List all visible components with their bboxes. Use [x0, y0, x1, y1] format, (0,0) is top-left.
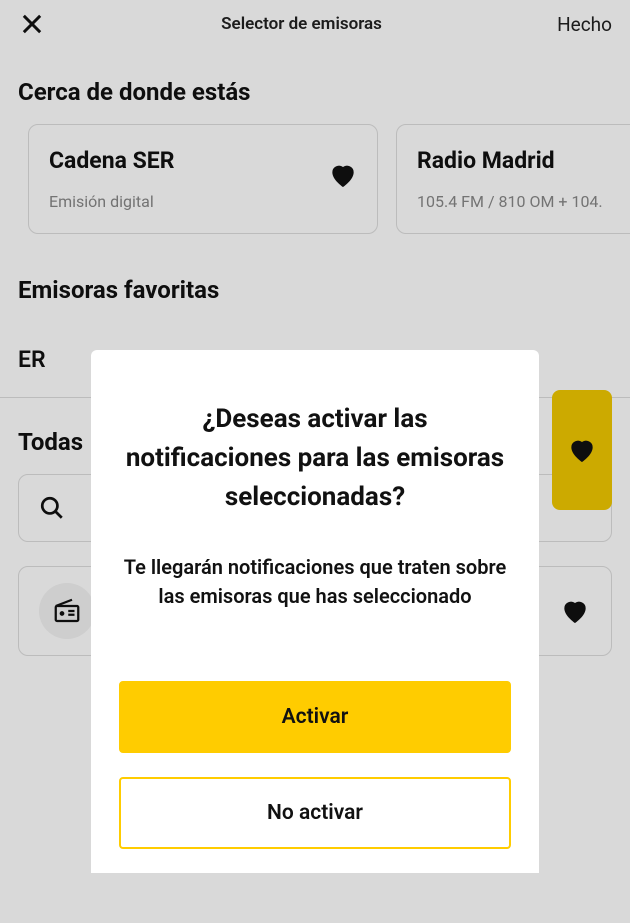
activate-button[interactable]: Activar	[119, 681, 511, 753]
modal-overlay[interactable]: ¿Deseas activar las notificaciones para …	[0, 0, 630, 923]
dont-activate-button[interactable]: No activar	[119, 777, 511, 849]
notifications-modal: ¿Deseas activar las notificaciones para …	[91, 350, 539, 873]
modal-title: ¿Deseas activar las notificaciones para …	[119, 400, 511, 517]
modal-body: Te llegarán notificaciones que traten so…	[119, 553, 511, 611]
